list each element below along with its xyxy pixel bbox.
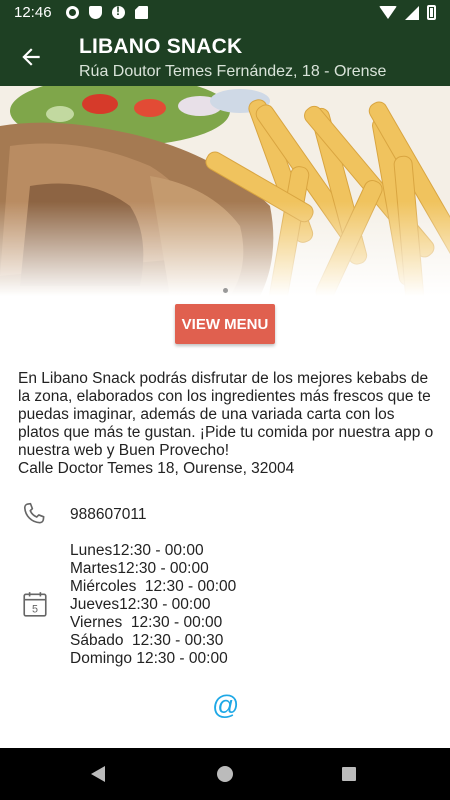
restaurant-address: Calle Doctor Temes 18, Ourense, 32004 (18, 460, 295, 477)
phone-number[interactable]: 988607011 (70, 506, 146, 524)
settings-icon (66, 6, 79, 19)
hours-thursday: Jueves12:30 - 00:00 (70, 596, 211, 613)
nav-recents-icon[interactable] (342, 767, 356, 781)
restaurant-description: En Libano Snack podrás disfrutar de los … (18, 370, 434, 459)
opening-hours: Lunes12:30 - 00:00 Martes12:30 - 00:00 M… (70, 542, 236, 668)
signal-icon (405, 5, 419, 20)
hours-saturday: Sábado 12:30 - 00:30 (70, 632, 224, 649)
svg-text:5: 5 (32, 604, 38, 616)
phone-icon[interactable] (20, 500, 48, 528)
hours-friday: Viernes 12:30 - 00:00 (70, 614, 223, 631)
alert-icon (112, 4, 125, 19)
carousel-dot-active (222, 288, 228, 293)
carousel-indicator (0, 280, 450, 298)
page-title: LIBANO SNACK (79, 35, 243, 58)
calendar-icon: 5 (23, 592, 47, 617)
shield-icon (89, 6, 102, 19)
restaurant-address-subtitle: Rúa Doutor Temes Fernández, 18 - Orense (79, 63, 387, 80)
hours-sunday: Domingo 12:30 - 00:00 (70, 650, 228, 667)
kebab-and-fries-photo (0, 86, 450, 296)
hero-image[interactable] (0, 86, 450, 296)
hours-tuesday: Martes12:30 - 00:00 (70, 560, 209, 577)
nav-back-icon[interactable] (91, 766, 105, 782)
battery-icon (427, 5, 436, 20)
wifi-icon (379, 6, 397, 19)
app-bar: LIBANO SNACK Rúa Doutor Temes Fernández,… (0, 26, 450, 86)
hours-wednesday: Miércoles 12:30 - 00:00 (70, 578, 237, 595)
back-arrow-icon[interactable] (18, 44, 44, 70)
hours-monday: Lunes12:30 - 00:00 (70, 542, 204, 559)
status-time: 12:46 (14, 4, 52, 21)
status-bar: 12:46 (0, 0, 450, 26)
view-menu-button[interactable]: VIEW MENU (175, 304, 275, 344)
nav-home-icon[interactable] (217, 766, 233, 782)
email-icon[interactable]: @ (212, 690, 239, 720)
sd-card-icon (135, 6, 148, 19)
